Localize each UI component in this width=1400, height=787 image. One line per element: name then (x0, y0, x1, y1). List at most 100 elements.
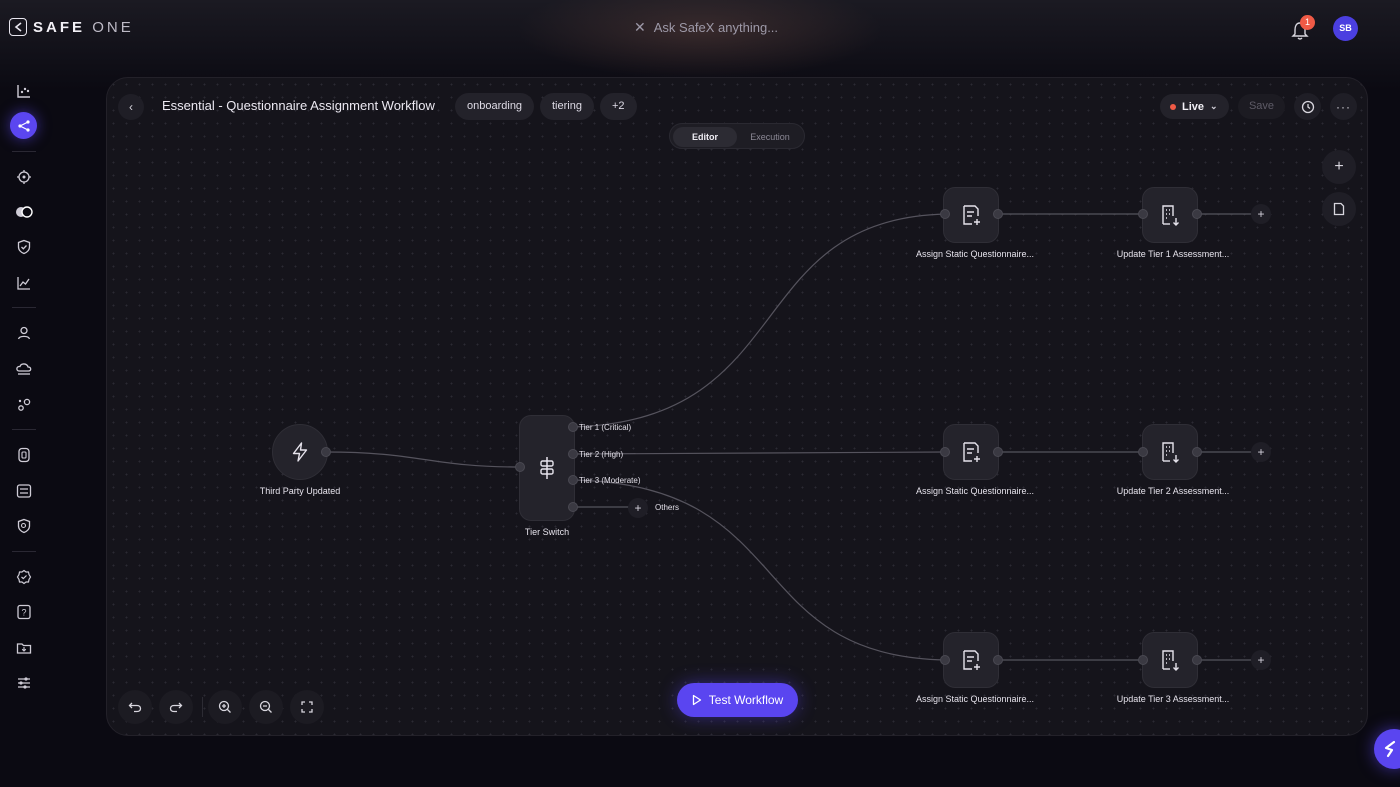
add-step-button[interactable]: + (1251, 442, 1271, 462)
plus-icon: + (634, 501, 642, 515)
logo-icon (9, 18, 27, 36)
add-step-button[interactable]: + (1251, 204, 1271, 224)
test-workflow-button[interactable]: Test Workflow (677, 683, 798, 717)
output-port[interactable] (321, 447, 331, 457)
play-icon (692, 694, 701, 706)
input-port[interactable] (940, 655, 950, 665)
input-port[interactable] (940, 209, 950, 219)
database-icon[interactable] (14, 445, 34, 465)
branch-port[interactable] (568, 502, 578, 512)
branch-label: Tier 3 (Moderate) (579, 476, 641, 485)
target-icon[interactable] (14, 167, 34, 187)
update-assessment-node[interactable] (1142, 187, 1198, 243)
dashboard-icon[interactable] (14, 81, 34, 101)
output-port[interactable] (993, 655, 1003, 665)
back-button[interactable]: ‹ (118, 94, 144, 120)
view-toggle: Editor Execution (669, 123, 805, 149)
cloud-icon[interactable] (14, 359, 34, 379)
svg-text:?: ? (21, 608, 26, 618)
branch-port[interactable] (568, 449, 578, 459)
add-node-button[interactable]: + (1322, 150, 1356, 184)
add-branch-button[interactable]: + (628, 498, 648, 518)
more-button[interactable]: ··· (1330, 93, 1357, 120)
branch-port[interactable] (568, 422, 578, 432)
assign-questionnaire-node[interactable] (943, 632, 999, 688)
clock-icon (1301, 100, 1314, 113)
node-label: Update Tier 1 Assessment... (1116, 249, 1230, 259)
zoom-out-icon (259, 700, 272, 713)
branch-port[interactable] (568, 475, 578, 485)
note-icon (1333, 202, 1345, 216)
undo-button[interactable] (118, 690, 152, 724)
tab-execution[interactable]: Execution (738, 127, 802, 147)
branch-label: Others (655, 503, 680, 512)
input-port[interactable] (940, 447, 950, 457)
output-port[interactable] (993, 447, 1003, 457)
save-button[interactable]: Save (1238, 94, 1285, 119)
test-workflow-label: Test Workflow (708, 693, 784, 707)
input-port[interactable] (515, 462, 525, 472)
redo-icon (169, 702, 183, 713)
more-icon: ··· (1336, 99, 1351, 114)
fit-view-button[interactable] (290, 690, 324, 724)
output-port[interactable] (1192, 447, 1202, 457)
help-icon[interactable]: ? (14, 602, 34, 622)
sliders-icon[interactable] (14, 673, 34, 693)
safex-icon (1384, 740, 1396, 758)
app-name: SAFE ONE (33, 18, 134, 36)
zoom-in-button[interactable] (208, 690, 242, 724)
trigger-node[interactable] (272, 424, 328, 480)
safex-assistant-button[interactable] (1374, 729, 1400, 769)
settings-icon[interactable] (14, 567, 34, 587)
chevron-left-icon: ‹ (129, 100, 133, 114)
building-update-icon (1162, 442, 1179, 463)
notification-badge: 1 (1300, 15, 1315, 30)
ask-safex-placeholder: Ask SafeX anything... (653, 20, 779, 35)
switch-node[interactable] (519, 415, 575, 521)
output-port[interactable] (1192, 209, 1202, 219)
redo-button[interactable] (159, 690, 193, 724)
status-dropdown[interactable]: Live ⌄ (1160, 94, 1229, 119)
user-icon[interactable] (14, 323, 34, 343)
zoom-in-icon (218, 700, 231, 713)
app-logo[interactable]: SAFE ONE (9, 18, 134, 36)
add-step-button[interactable]: + (1251, 650, 1271, 670)
node-label: Third Party Updated (259, 486, 341, 496)
switch-icon (540, 457, 554, 479)
form-add-icon (963, 205, 980, 225)
live-indicator (1170, 103, 1176, 110)
shield-icon[interactable] (14, 237, 34, 257)
sidebar: ? (0, 75, 48, 715)
tag-more-chip[interactable]: +2 (600, 93, 637, 120)
chevron-down-icon: ⌄ (1210, 101, 1218, 111)
chart-icon[interactable] (14, 273, 34, 293)
output-port[interactable] (1192, 655, 1202, 665)
zoom-out-button[interactable] (249, 690, 283, 724)
integrations-icon[interactable] (14, 395, 34, 415)
assign-questionnaire-node[interactable] (943, 187, 999, 243)
avatar[interactable]: SB (1333, 16, 1358, 41)
output-port[interactable] (993, 209, 1003, 219)
toolbar-divider (202, 697, 203, 717)
notes-button[interactable] (1322, 192, 1356, 226)
input-port[interactable] (1138, 655, 1148, 665)
update-assessment-node[interactable] (1142, 424, 1198, 480)
history-button[interactable] (1294, 93, 1321, 120)
assign-questionnaire-node[interactable] (943, 424, 999, 480)
ask-safex-bar[interactable]: ✕ Ask SafeX anything... (634, 19, 778, 36)
input-port[interactable] (1138, 447, 1148, 457)
tab-editor[interactable]: Editor (673, 127, 737, 147)
search-shield-icon[interactable] (14, 516, 34, 536)
node-label: Tier Switch (524, 527, 570, 537)
tag-chip[interactable]: onboarding (455, 93, 535, 120)
folder-icon[interactable] (14, 638, 34, 658)
list-icon[interactable] (14, 481, 34, 501)
toggle-icon[interactable] (14, 202, 34, 222)
close-icon[interactable]: ✕ (634, 19, 646, 36)
node-label: Assign Static Questionnaire... (915, 486, 1035, 496)
node-label: Assign Static Questionnaire... (915, 694, 1035, 704)
input-port[interactable] (1138, 209, 1148, 219)
workflow-icon[interactable] (10, 112, 37, 139)
tag-chip[interactable]: tiering (540, 93, 594, 120)
update-assessment-node[interactable] (1142, 632, 1198, 688)
